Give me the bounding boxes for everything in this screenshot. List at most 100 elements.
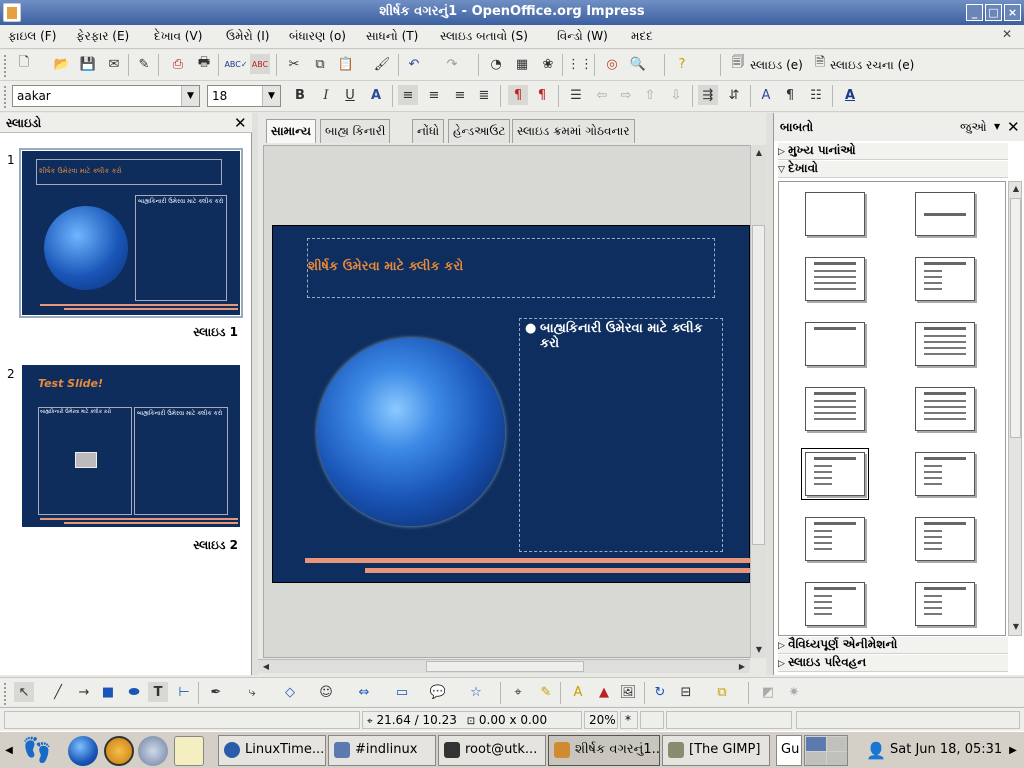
- gnome-foot-icon[interactable]: 👣: [22, 736, 52, 766]
- taskbar-item-terminal[interactable]: root@utk...: [438, 735, 546, 766]
- zoom-icon[interactable]: 🔍: [628, 54, 648, 74]
- callouts-icon[interactable]: 💬: [428, 682, 448, 702]
- block-arrows-icon[interactable]: ⇔: [354, 682, 374, 702]
- connector-icon[interactable]: ⤷: [242, 682, 262, 702]
- new-slide-icon[interactable]: 🗐: [728, 54, 748, 74]
- gallery-icon[interactable]: 🖼: [618, 682, 638, 702]
- scroll-thumb[interactable]: [752, 225, 765, 545]
- menu-view[interactable]: દેખાવ (V): [154, 29, 202, 44]
- scroll-down-icon[interactable]: ▼: [752, 643, 766, 657]
- close-window-button[interactable]: ×: [1004, 4, 1021, 21]
- italic-icon[interactable]: I: [316, 85, 336, 105]
- outline-placeholder[interactable]: ● બાહ્યકિનારી ઉમેરવા માટે ક્લીક કરો: [519, 318, 723, 552]
- bold-icon[interactable]: B: [290, 85, 310, 105]
- edit-file-icon[interactable]: ✎: [134, 54, 154, 74]
- layout-centered[interactable]: [915, 322, 975, 366]
- bullets-numbering-icon[interactable]: ☷: [806, 85, 826, 105]
- new-document-icon[interactable]: 🗋: [14, 54, 34, 74]
- font-name-combo[interactable]: aakar ▼: [12, 85, 200, 107]
- layouts-scrollbar[interactable]: ▲ ▼: [1008, 181, 1022, 636]
- email-icon[interactable]: ✉: [104, 54, 124, 74]
- section-master-pages[interactable]: ▷ મુખ્ય પાનાંઓ: [778, 143, 1008, 160]
- shadow-icon[interactable]: A: [366, 85, 386, 105]
- arrow-icon[interactable]: →: [74, 682, 94, 702]
- callout-icon[interactable]: ⊢: [174, 682, 194, 702]
- taskbar-left-arrow-icon[interactable]: ◀: [2, 738, 16, 764]
- tab-slide-sorter[interactable]: સ્લાઇડ ક્રમમાં ગોઠવનાર: [512, 119, 635, 143]
- layout-chart[interactable]: [805, 387, 865, 431]
- layout-text-obj[interactable]: [805, 582, 865, 626]
- ltr-icon[interactable]: ¶: [508, 85, 528, 105]
- slide-design-icon[interactable]: 🗎: [810, 54, 830, 74]
- text-direction-vertical-icon[interactable]: ⇵: [724, 85, 744, 105]
- scroll-thumb[interactable]: [426, 661, 584, 672]
- arrange-icon[interactable]: ⧉: [712, 682, 732, 702]
- menu-insert[interactable]: ઉમેરો (I): [226, 29, 269, 44]
- paragraph-icon[interactable]: ¶: [780, 85, 800, 105]
- user-icon[interactable]: 👤: [866, 741, 886, 761]
- taskbar-right-arrow-icon[interactable]: ▶: [1006, 738, 1020, 764]
- points-icon[interactable]: ⌖: [508, 682, 528, 702]
- text-direction-horizontal-icon[interactable]: ⇶: [698, 85, 718, 105]
- save-icon[interactable]: 💾: [78, 54, 98, 74]
- workspace-2[interactable]: [827, 737, 847, 751]
- clone-format-icon[interactable]: 🖌: [372, 54, 392, 74]
- chevron-down-icon[interactable]: ▼: [181, 86, 199, 106]
- chevron-down-icon[interactable]: ▼: [994, 122, 1000, 131]
- chevron-down-icon[interactable]: ▼: [262, 86, 280, 106]
- layout-blank[interactable]: [805, 192, 865, 236]
- layout-clip-text[interactable]: [801, 448, 869, 500]
- toolbar-grip[interactable]: [4, 86, 7, 108]
- toolbar-grip[interactable]: [4, 683, 7, 705]
- section-layouts[interactable]: ▽ દેખાવો: [778, 161, 1008, 178]
- close-pane-icon[interactable]: ✕: [1007, 118, 1020, 136]
- tab-notes[interactable]: નોંધો: [412, 119, 445, 143]
- curve-icon[interactable]: ✒: [206, 682, 226, 702]
- clock[interactable]: Sat Jun 18, 05:31: [890, 742, 1002, 757]
- glue-points-icon[interactable]: ✎: [536, 682, 556, 702]
- layout-chart-text[interactable]: [915, 517, 975, 561]
- line-icon[interactable]: ╱: [48, 682, 68, 702]
- toolbar-grip[interactable]: [4, 55, 7, 77]
- pane-splitter[interactable]: [766, 113, 773, 675]
- scroll-up-icon[interactable]: ▲: [1009, 182, 1023, 196]
- network-launcher-icon[interactable]: [138, 736, 168, 766]
- chart-icon[interactable]: ◔: [486, 54, 506, 74]
- scroll-thumb[interactable]: [1010, 198, 1021, 438]
- menu-format[interactable]: બંધારણ (o): [289, 29, 346, 44]
- font-size-combo[interactable]: 18 ▼: [207, 85, 281, 107]
- autospellcheck-icon[interactable]: ABC: [250, 54, 270, 74]
- workspace-1[interactable]: [806, 737, 826, 751]
- menu-slideshow[interactable]: સ્લાઇડ બતાવો (S): [440, 29, 528, 44]
- open-icon[interactable]: 📂: [52, 54, 72, 74]
- align-left-icon[interactable]: ≡: [398, 85, 418, 105]
- layout-text-clip[interactable]: [805, 517, 865, 561]
- character-icon[interactable]: A: [756, 85, 776, 105]
- tab-outline[interactable]: બાહ્ય કિનારી: [320, 119, 391, 143]
- menu-edit[interactable]: ફેરફાર (E): [76, 29, 129, 44]
- fontwork-icon[interactable]: A: [568, 682, 588, 702]
- layout-text-2obj[interactable]: [915, 582, 975, 626]
- section-custom-animation[interactable]: ▷ વૈવિધ્યપૂર્ણ એનીમેશનો: [778, 637, 1008, 654]
- slide-button[interactable]: સ્લાઇડ (e): [750, 58, 803, 73]
- layout-title-2col[interactable]: [915, 257, 975, 301]
- export-pdf-icon[interactable]: ⎙: [168, 54, 188, 74]
- symbol-shapes-icon[interactable]: ☺: [316, 682, 336, 702]
- 3d-effects-icon[interactable]: ✷: [784, 682, 804, 702]
- slide-canvas[interactable]: શીર્ષક ઉમેરવા માટે ક્લીક કરો ● બાહ્યકિના…: [263, 145, 753, 658]
- table-icon[interactable]: ▦: [512, 54, 532, 74]
- tab-handout[interactable]: હેન્ડઆઉટ: [448, 119, 511, 143]
- promote-icon[interactable]: ⇦: [592, 85, 612, 105]
- scroll-right-icon[interactable]: ▶: [735, 660, 749, 674]
- flowchart-icon[interactable]: ▭: [392, 682, 412, 702]
- vertical-scrollbar[interactable]: ▲ ▼: [750, 145, 766, 658]
- close-pane-icon[interactable]: ✕: [234, 114, 247, 132]
- menu-window[interactable]: વિન્ડો (W): [557, 29, 608, 44]
- scroll-up-icon[interactable]: ▲: [752, 146, 766, 160]
- clock-launcher-icon[interactable]: [104, 736, 134, 766]
- scroll-down-icon[interactable]: ▼: [1009, 620, 1023, 634]
- workspace-3[interactable]: [806, 752, 826, 765]
- horizontal-scrollbar[interactable]: ◀ ▶: [258, 659, 750, 673]
- scroll-left-icon[interactable]: ◀: [259, 660, 273, 674]
- copy-icon[interactable]: ⧉: [310, 54, 330, 74]
